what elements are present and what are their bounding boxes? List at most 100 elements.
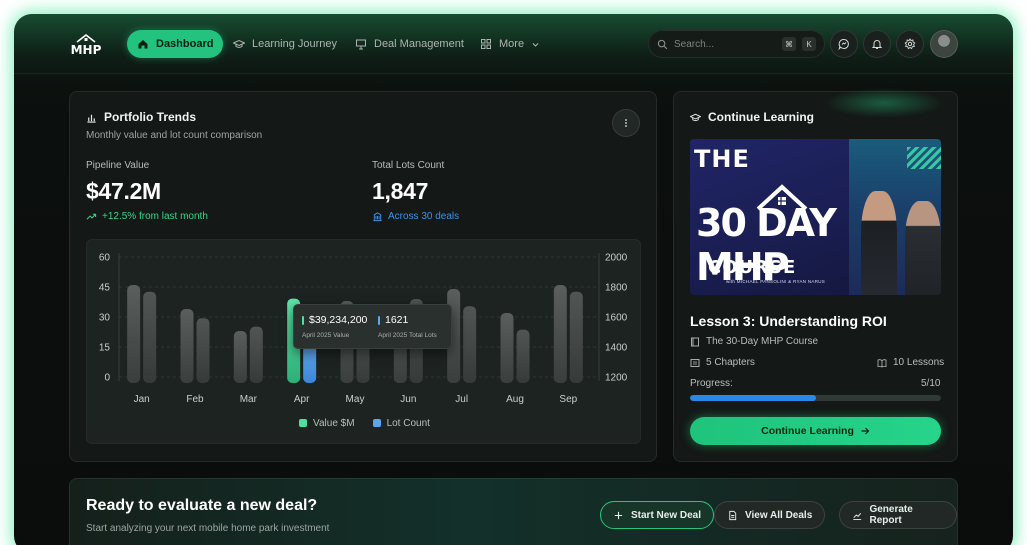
legend-lots-swatch — [372, 419, 381, 427]
tooltip-lots-row: 1621 — [378, 314, 437, 326]
settings-button[interactable] — [896, 30, 924, 58]
top-nav: MHP Dashboard Learning Journey Deal Mana… — [14, 14, 1013, 74]
chapters-icon — [690, 358, 700, 367]
nav-dashboard[interactable]: Dashboard — [127, 30, 224, 58]
more-vertical-icon — [625, 119, 627, 127]
nav-deal-management-label: Deal Management — [374, 38, 464, 50]
chapters-count: 5 Chapters — [706, 357, 755, 368]
gear-icon — [904, 38, 916, 50]
thumbnail-stripes — [907, 147, 941, 169]
y-right-tick: 1400 — [605, 343, 628, 354]
y-right-tick: 1600 — [605, 313, 628, 324]
nav-more-label: More — [499, 38, 525, 50]
bar-lots-jul — [463, 306, 477, 383]
host-photo-2 — [905, 201, 941, 295]
bar-lots-mar — [249, 326, 263, 383]
course-name-row: The 30-Day MHP Course — [690, 336, 818, 347]
y-right-tick: 1200 — [605, 373, 628, 384]
logo-mark: MHP — [71, 33, 102, 57]
y-left-tick: 0 — [104, 373, 110, 384]
svg-text:MHP: MHP — [71, 43, 102, 57]
thumbnail-line1: THE — [694, 145, 750, 173]
cta-subtitle: Start analyzing your next mobile home pa… — [86, 523, 330, 534]
search-box[interactable]: Search... ⌘ K — [648, 30, 825, 58]
thumbnail-credits: with MICHAEL PANSOLINI & RYAN NARUS — [726, 279, 826, 284]
mhp-logo[interactable]: MHP — [68, 32, 104, 58]
continue-learning-button[interactable]: Continue Learning — [690, 417, 941, 445]
course-name: The 30-Day MHP Course — [706, 336, 819, 347]
nav-learning-journey[interactable]: Learning Journey — [223, 30, 347, 58]
chart-legend: Value $M Lot Count — [87, 418, 640, 429]
x-tick-apr: Apr — [294, 394, 310, 405]
pipeline-value-label: Pipeline Value — [86, 160, 150, 171]
bar-lots-jan — [143, 291, 157, 383]
search-icon — [657, 39, 668, 49]
x-tick-jul: Jul — [455, 394, 468, 405]
tooltip-value-row: $39,234,200 — [302, 314, 367, 326]
thumbnail-line3: COURSE — [708, 257, 797, 278]
y-right-tick: 1800 — [605, 283, 628, 294]
chevron-down-icon — [532, 42, 539, 47]
thumbnail-art: THE 30 DAY MHP COURSE with MICHAEL PANSO… — [690, 139, 849, 295]
generate-report-button[interactable]: Generate Report — [839, 501, 957, 529]
legend-value[interactable]: Value $M — [299, 418, 355, 429]
x-tick-jan: Jan — [134, 394, 150, 405]
legend-lots-label: Lot Count — [386, 418, 430, 429]
view-all-deals-label: View All Deals — [745, 509, 813, 521]
tooltip-lots-col: 1621 April 2025 Total Lots — [378, 314, 437, 339]
more-options-button[interactable] — [612, 109, 640, 137]
portfolio-trends-title: Portfolio Trends — [104, 110, 197, 124]
chart-line-icon — [853, 512, 862, 520]
tooltip-lots-label: April 2025 Total Lots — [378, 332, 437, 339]
total-lots-detail: Across 30 deals — [372, 211, 459, 222]
portfolio-trends-heading: Portfolio Trends — [86, 110, 196, 124]
chapters-row: 5 Chapters — [690, 357, 755, 368]
nav-deal-management[interactable]: Deal Management — [345, 30, 474, 58]
notifications-button[interactable] — [863, 30, 891, 58]
tooltip-value-col: $39,234,200 April 2025 Value — [302, 314, 367, 339]
grid-icon — [481, 39, 491, 49]
total-lots-label: Total Lots Count — [372, 160, 445, 171]
value-swatch — [302, 315, 304, 325]
bar-value-aug — [500, 313, 514, 383]
nav-more[interactable]: More — [470, 30, 550, 58]
y-left-tick: 45 — [99, 283, 111, 294]
book-icon — [691, 337, 699, 346]
avatar[interactable] — [930, 30, 958, 58]
continue-learning-card: Continue Learning THE 30 DAY MHP COURSE … — [673, 88, 958, 462]
bar-lots-aug — [516, 329, 530, 383]
course-thumbnail[interactable]: THE 30 DAY MHP COURSE with MICHAEL PANSO… — [690, 139, 941, 295]
x-tick-jun: Jun — [400, 394, 416, 405]
y-left-tick: 15 — [99, 343, 111, 354]
start-new-deal-button[interactable]: Start New Deal — [600, 501, 715, 529]
legend-lots[interactable]: Lot Count — [372, 418, 430, 429]
shortcut-key-cmd: ⌘ — [782, 37, 796, 51]
search-input[interactable]: Search... — [674, 39, 776, 50]
bar-value-mar — [233, 331, 247, 383]
portfolio-trends-card: Portfolio Trends Monthly value and lot c… — [69, 91, 657, 462]
progress-bar-fill — [690, 395, 816, 401]
document-icon — [729, 510, 737, 520]
bar-lots-sep — [569, 291, 583, 383]
continue-learning-title: Continue Learning — [708, 110, 814, 124]
nav-dashboard-label: Dashboard — [156, 38, 214, 50]
start-new-deal-label: Start New Deal — [631, 509, 702, 521]
bell-icon — [871, 40, 883, 49]
tooltip-lots: 1621 — [385, 314, 409, 326]
portfolio-trends-subtitle: Monthly value and lot count comparison — [86, 130, 263, 141]
y-left-tick: 30 — [99, 313, 111, 324]
trends-chart: 0 15 30 45 60 1200 1400 1600 1800 2000 Jan Feb Mar Ap… — [86, 239, 641, 444]
generate-report-label: Generate Report — [869, 504, 913, 526]
progress-bar — [690, 395, 941, 401]
cta-title: Ready to evaluate a new deal? — [86, 497, 318, 514]
graduation-cap-icon — [233, 39, 245, 48]
lots-swatch — [378, 315, 380, 325]
tooltip-value-label: April 2025 Value — [302, 332, 350, 339]
view-all-deals-button[interactable]: View All Deals — [714, 501, 826, 529]
progress-label: Progress: — [690, 378, 733, 389]
x-tick-mar: Mar — [240, 394, 258, 405]
shortcut-key-k: K — [802, 37, 816, 51]
open-book-icon — [877, 358, 887, 367]
chat-icon — [838, 39, 849, 50]
messages-button[interactable] — [830, 30, 858, 58]
